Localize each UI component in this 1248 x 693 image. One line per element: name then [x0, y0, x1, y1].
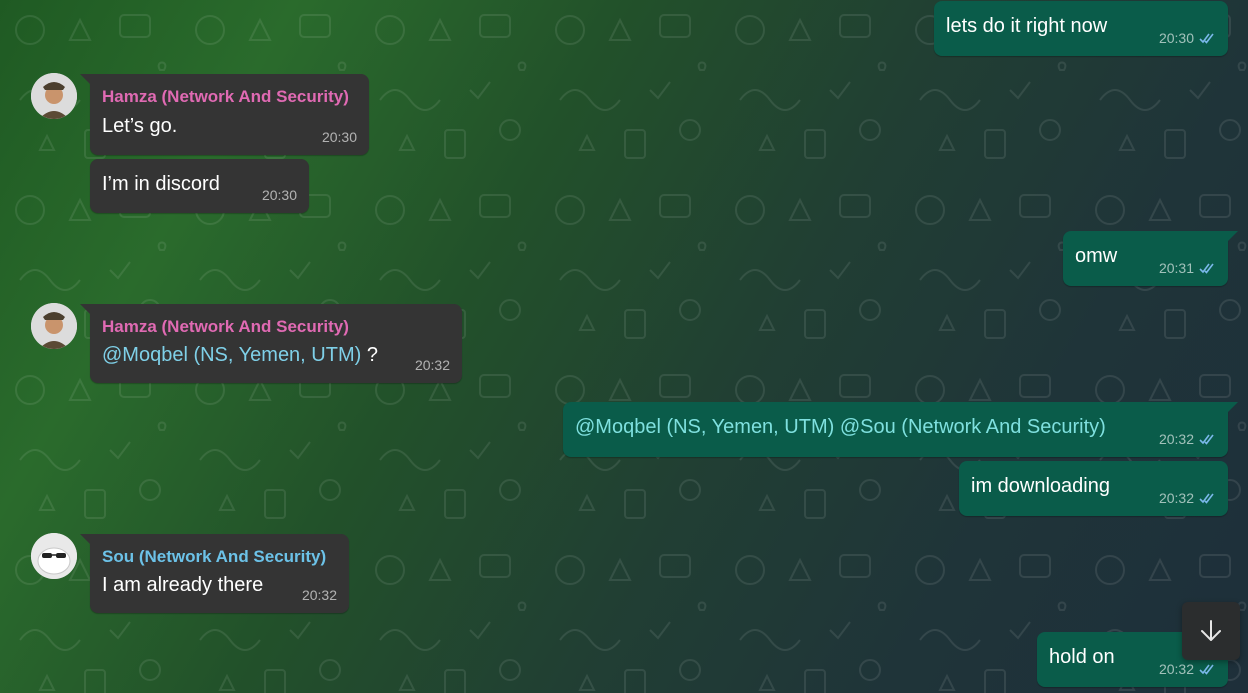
message-bubble[interactable]: @Moqbel (NS, Yemen, UTM) @Sou (Network A… — [563, 402, 1238, 457]
message-bubble[interactable]: lets do it right now 20:30 — [934, 1, 1228, 56]
message-bubble[interactable]: Hamza (Network And Security) Let’s go. 2… — [80, 74, 369, 155]
hamza-avatar[interactable] — [31, 73, 77, 119]
message-bubble[interactable]: Sou (Network And Security) I am already … — [80, 534, 349, 613]
double-check-icon — [1199, 263, 1214, 274]
message-time: 20:32 — [1158, 490, 1194, 506]
message-text: im downloading — [971, 475, 1110, 497]
message-text-suffix: ? — [361, 344, 378, 366]
message-time: 20:30 — [1158, 30, 1194, 46]
message-list[interactable]: lets do it right now 20:30 Hamza (Networ… — [0, 0, 1248, 693]
mention-link[interactable]: @Moqbel (NS, Yemen, UTM) — [102, 344, 361, 366]
message-text: omw — [1075, 245, 1118, 267]
message-meta: 20:30 — [1159, 26, 1216, 50]
message-text: I’m in discord — [102, 173, 220, 195]
message-bubble[interactable]: I’m in discord 20:30 — [90, 159, 309, 213]
message-text: lets do it right now — [946, 15, 1108, 37]
message-meta: 20:32 — [415, 353, 450, 377]
message-meta: 20:31 — [1159, 256, 1216, 280]
message-meta: 20:32 — [1159, 427, 1216, 451]
message-text: I am already there — [102, 574, 264, 596]
arrow-down-icon — [1201, 620, 1221, 641]
message-meta: 20:30 — [262, 183, 297, 207]
message-time: 20:32 — [1158, 661, 1194, 677]
sender-name[interactable]: Sou (Network And Security) — [102, 545, 326, 569]
message-bubble[interactable]: Hamza (Network And Security) @Moqbel (NS… — [80, 304, 462, 383]
sou-avatar[interactable] — [31, 533, 77, 579]
message-meta: 20:30 — [322, 125, 357, 149]
hamza-avatar-image — [31, 73, 77, 119]
message-time: 20:32 — [301, 587, 337, 603]
message-text: Let’s go. — [102, 115, 178, 137]
scroll-to-bottom-button[interactable] — [1182, 602, 1240, 660]
sou-avatar-image — [31, 533, 77, 579]
message-text: hold on — [1049, 646, 1115, 668]
message-time: 20:32 — [1158, 431, 1194, 447]
message-meta: 20:32 — [1159, 486, 1216, 510]
double-check-icon — [1199, 493, 1214, 504]
message-meta: 20:32 — [1159, 657, 1216, 681]
message-text[interactable]: @Moqbel (NS, Yemen, UTM) @Sou (Network A… — [575, 415, 1106, 439]
message-time: 20:32 — [414, 357, 450, 373]
message-bubble[interactable]: omw 20:31 — [1063, 231, 1238, 286]
hamza-avatar[interactable] — [31, 303, 77, 349]
hamza-avatar-image — [31, 303, 77, 349]
double-check-icon — [1199, 434, 1214, 445]
message-text: @Moqbel (NS, Yemen, UTM) ? — [102, 343, 378, 367]
message-meta: 20:32 — [302, 583, 337, 607]
message-bubble[interactable]: im downloading 20:32 — [959, 461, 1228, 516]
sender-name[interactable]: Hamza (Network And Security) — [102, 85, 349, 109]
message-time: 20:30 — [261, 187, 297, 203]
double-check-icon — [1199, 664, 1214, 675]
message-time: 20:31 — [1158, 260, 1194, 276]
double-check-icon — [1199, 33, 1214, 44]
message-time: 20:30 — [321, 129, 357, 145]
sender-name[interactable]: Hamza (Network And Security) — [102, 315, 349, 339]
